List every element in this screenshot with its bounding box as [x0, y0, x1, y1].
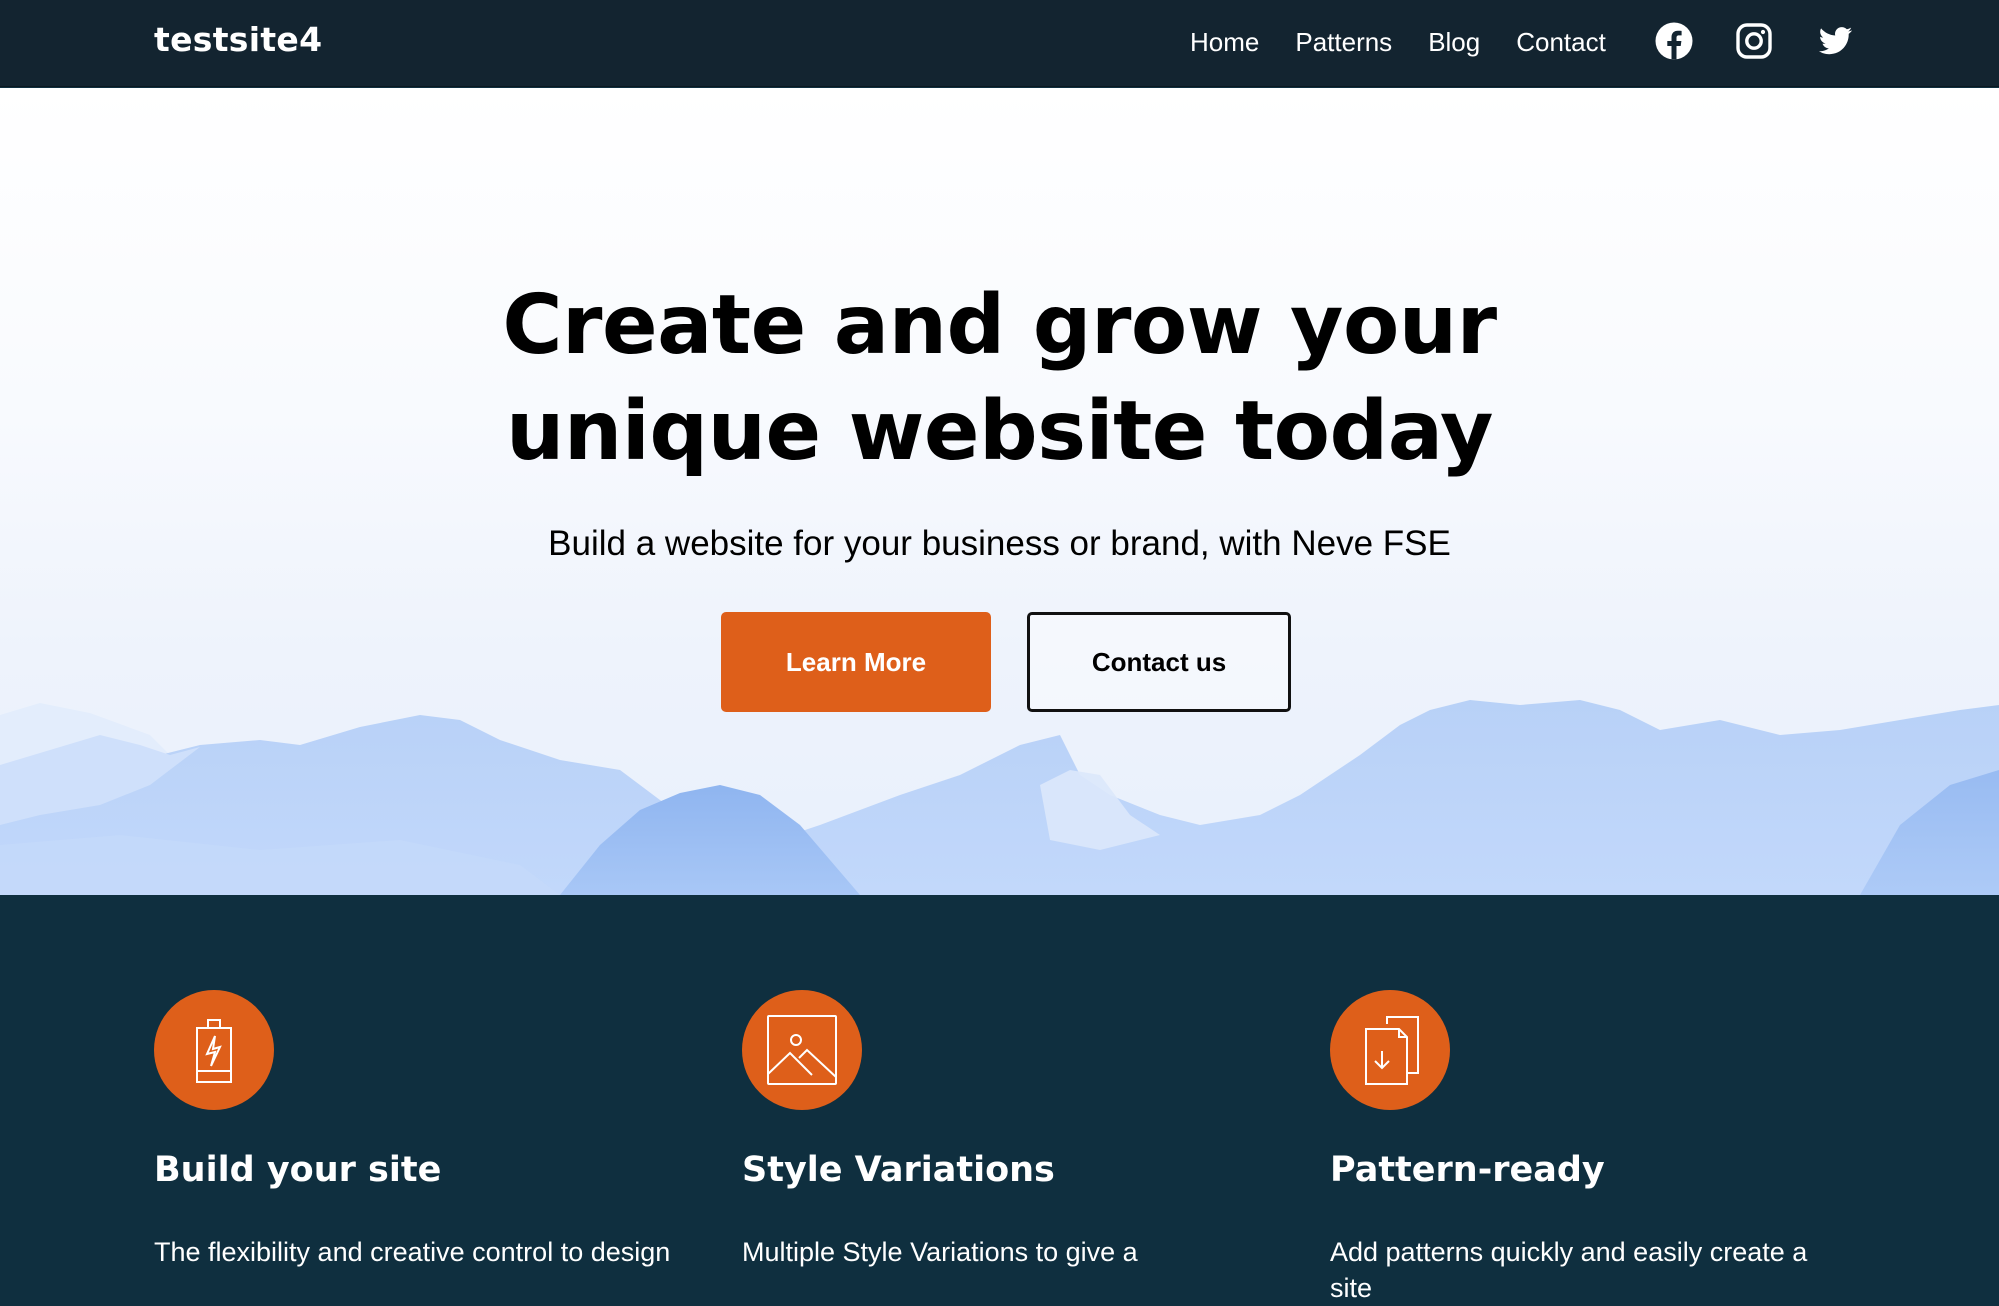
- hero-title-line-1: Create and grow your: [502, 278, 1497, 373]
- learn-more-button[interactable]: Learn More: [721, 612, 991, 712]
- feature-text: Multiple Style Variations to give a: [742, 1237, 1138, 1267]
- battery-bolt-icon: [196, 1019, 232, 1083]
- features-section: Build your site The flexibility and crea…: [0, 895, 1999, 1303]
- mountains-background-image: [0, 700, 1999, 895]
- feature-card: Style Variations Multiple Style Variatio…: [742, 990, 1262, 1270]
- site-title-link[interactable]: testsite4: [154, 20, 322, 59]
- feature-text: Add patterns quickly and easily create a…: [1330, 1237, 1808, 1303]
- primary-navigation: Home Patterns Blog Contact: [1190, 22, 1642, 62]
- image-icon: [767, 1015, 837, 1085]
- feature-icon-circle: [1330, 990, 1450, 1110]
- twitter-icon: [1818, 27, 1853, 55]
- documents-download-icon: [1365, 1016, 1419, 1085]
- hero-section: Create and grow your unique website toda…: [0, 88, 1999, 895]
- instagram-link[interactable]: [1734, 21, 1774, 61]
- nav-item-patterns[interactable]: Patterns: [1295, 22, 1392, 62]
- feature-card: Pattern-ready Add patterns quickly and e…: [1330, 990, 1850, 1306]
- instagram-icon: [1736, 23, 1772, 59]
- feature-title: Style Variations: [742, 1150, 1055, 1190]
- nav-item-blog[interactable]: Blog: [1428, 22, 1480, 62]
- facebook-icon: [1655, 22, 1693, 60]
- nav-item-contact[interactable]: Contact: [1516, 22, 1606, 62]
- feature-title: Pattern-ready: [1330, 1150, 1605, 1190]
- facebook-link[interactable]: [1654, 21, 1694, 61]
- feature-icon-circle: [742, 990, 862, 1110]
- hero-subtitle: Build a website for your business or bra…: [548, 524, 1451, 563]
- feature-title: Build your site: [154, 1150, 442, 1190]
- hero-title: Create and grow your unique website toda…: [0, 273, 1999, 485]
- site-header: testsite4 Home Patterns Blog Contact: [0, 0, 1999, 87]
- contact-us-button[interactable]: Contact us: [1027, 612, 1291, 712]
- twitter-link[interactable]: [1815, 21, 1855, 61]
- feature-text: The flexibility and creative control to …: [154, 1237, 671, 1267]
- feature-icon-circle: [154, 990, 274, 1110]
- feature-card: Build your site The flexibility and crea…: [154, 990, 674, 1270]
- nav-item-home[interactable]: Home: [1190, 22, 1259, 62]
- hero-title-line-2: unique website today: [506, 384, 1493, 479]
